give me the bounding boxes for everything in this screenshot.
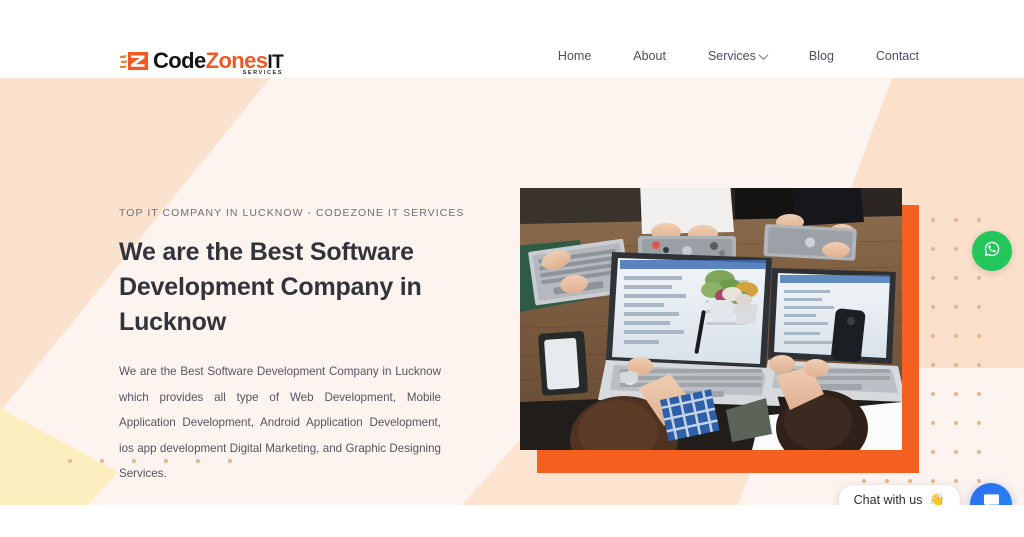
chat-with-us-pill[interactable]: Chat with us 👋 [838, 485, 960, 506]
hero-copy: TOP IT COMPANY IN LUCKNOW - CODEZONE IT … [119, 207, 491, 505]
logo-wordmark: CodeZonesIT SERVICES [153, 48, 284, 76]
logo-subtitle: SERVICES [242, 70, 284, 76]
page-root: CodeZonesIT SERVICES Home About Services… [0, 0, 1024, 537]
nav-item-home[interactable]: Home [537, 47, 612, 65]
nav-item-contact[interactable]: Contact [855, 47, 940, 65]
nav-label-about: About [633, 49, 666, 63]
whatsapp-float-button[interactable] [972, 231, 1012, 271]
logo-code-text: Code [153, 48, 206, 73]
hero-eyebrow: TOP IT COMPANY IN LUCKNOW - CODEZONE IT … [119, 207, 465, 219]
hero-photo [520, 188, 902, 450]
nav-item-blog[interactable]: Blog [788, 47, 855, 65]
chat-bubble-icon [982, 492, 1001, 505]
whatsapp-icon [981, 238, 1003, 265]
chat-float-button[interactable] [970, 483, 1012, 505]
below-hero-whitespace [0, 505, 1024, 537]
site-header: CodeZonesIT SERVICES Home About Services… [0, 0, 1024, 78]
hero-headline: We are the Best Software Development Com… [119, 238, 422, 336]
nav-label-home: Home [557, 49, 592, 63]
hero-section: TOP IT COMPANY IN LUCKNOW - CODEZONE IT … [0, 78, 1024, 505]
waving-hand-icon: 👋 [929, 492, 945, 506]
hero-paragraph: We are the Best Software Development Com… [119, 365, 441, 480]
flame-z-logo-icon [119, 50, 149, 72]
nav-label-blog: Blog [808, 49, 834, 63]
site-logo[interactable]: CodeZonesIT SERVICES [119, 40, 284, 76]
nav-item-about[interactable]: About [612, 47, 687, 65]
chat-pill-label: Chat with us [853, 493, 923, 505]
nav-label-services: Services [707, 49, 756, 63]
hero-image-block [520, 188, 919, 473]
nav-label-contact: Contact [875, 49, 919, 63]
chevron-down-icon [758, 49, 769, 60]
nav-item-services[interactable]: Services [687, 47, 788, 65]
main-navigation: Home About Services Blog Contact [537, 47, 940, 65]
